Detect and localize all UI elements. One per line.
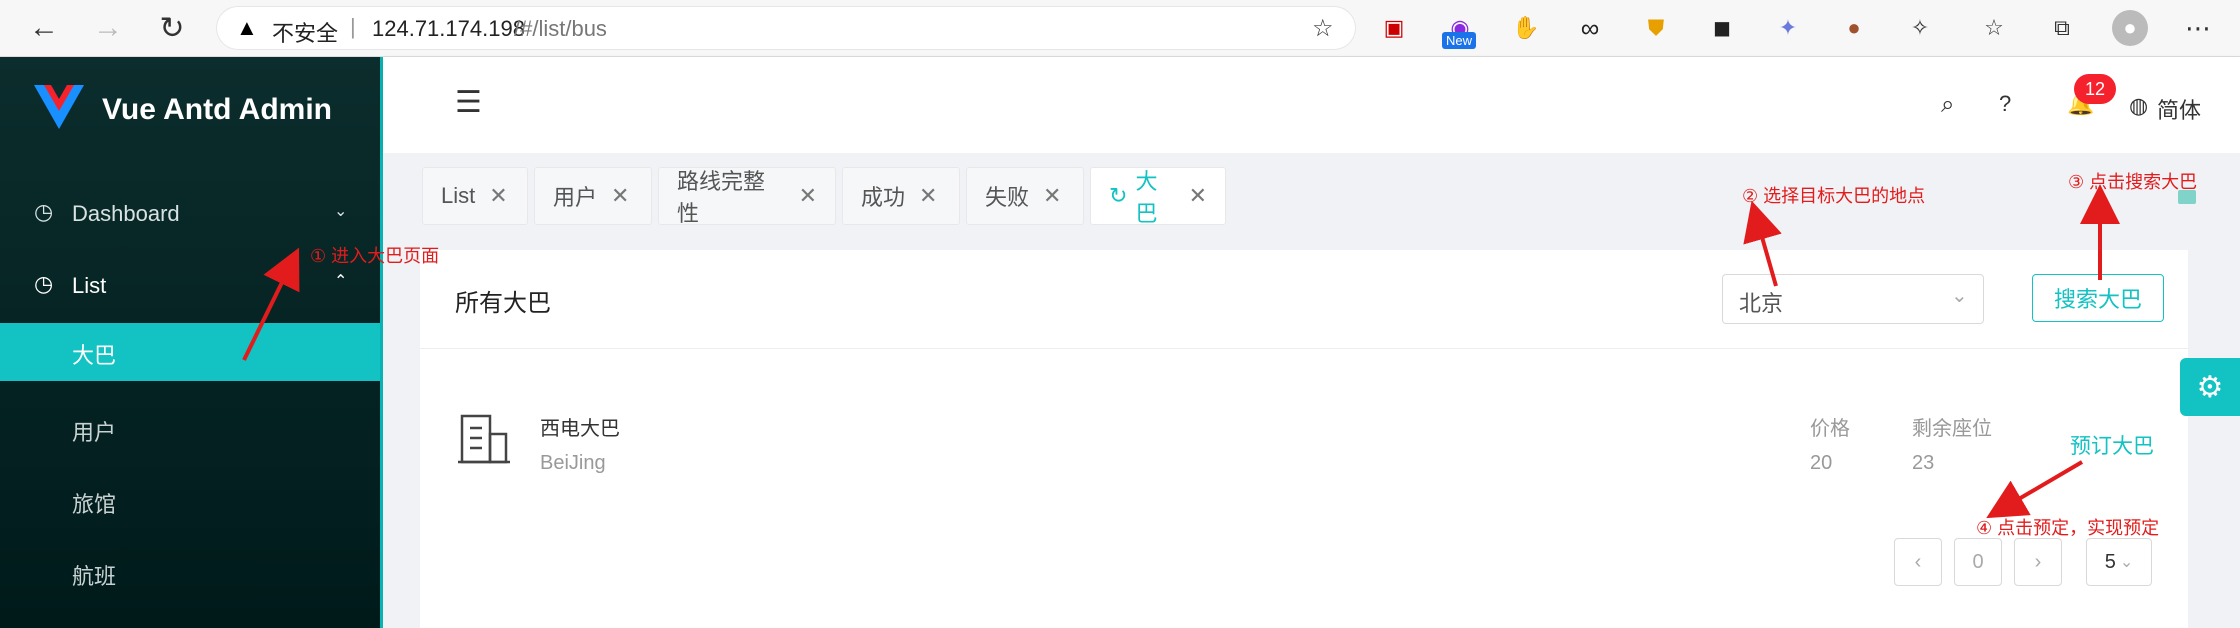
annotation-arrow-2 [1743,200,1782,287]
annotation-1: ① 进入大巴页面 [310,246,440,266]
annotation-2: ② 选择目标大巴的地点 [1742,186,1926,206]
annotation-arrows [242,184,2120,519]
small-tag-icon [2178,190,2196,204]
annotation-arrow-1 [242,247,300,361]
annotation-4: ④ 点击预定，实现预定 [1976,518,2160,538]
annotation-arrow-4 [1986,460,2084,519]
